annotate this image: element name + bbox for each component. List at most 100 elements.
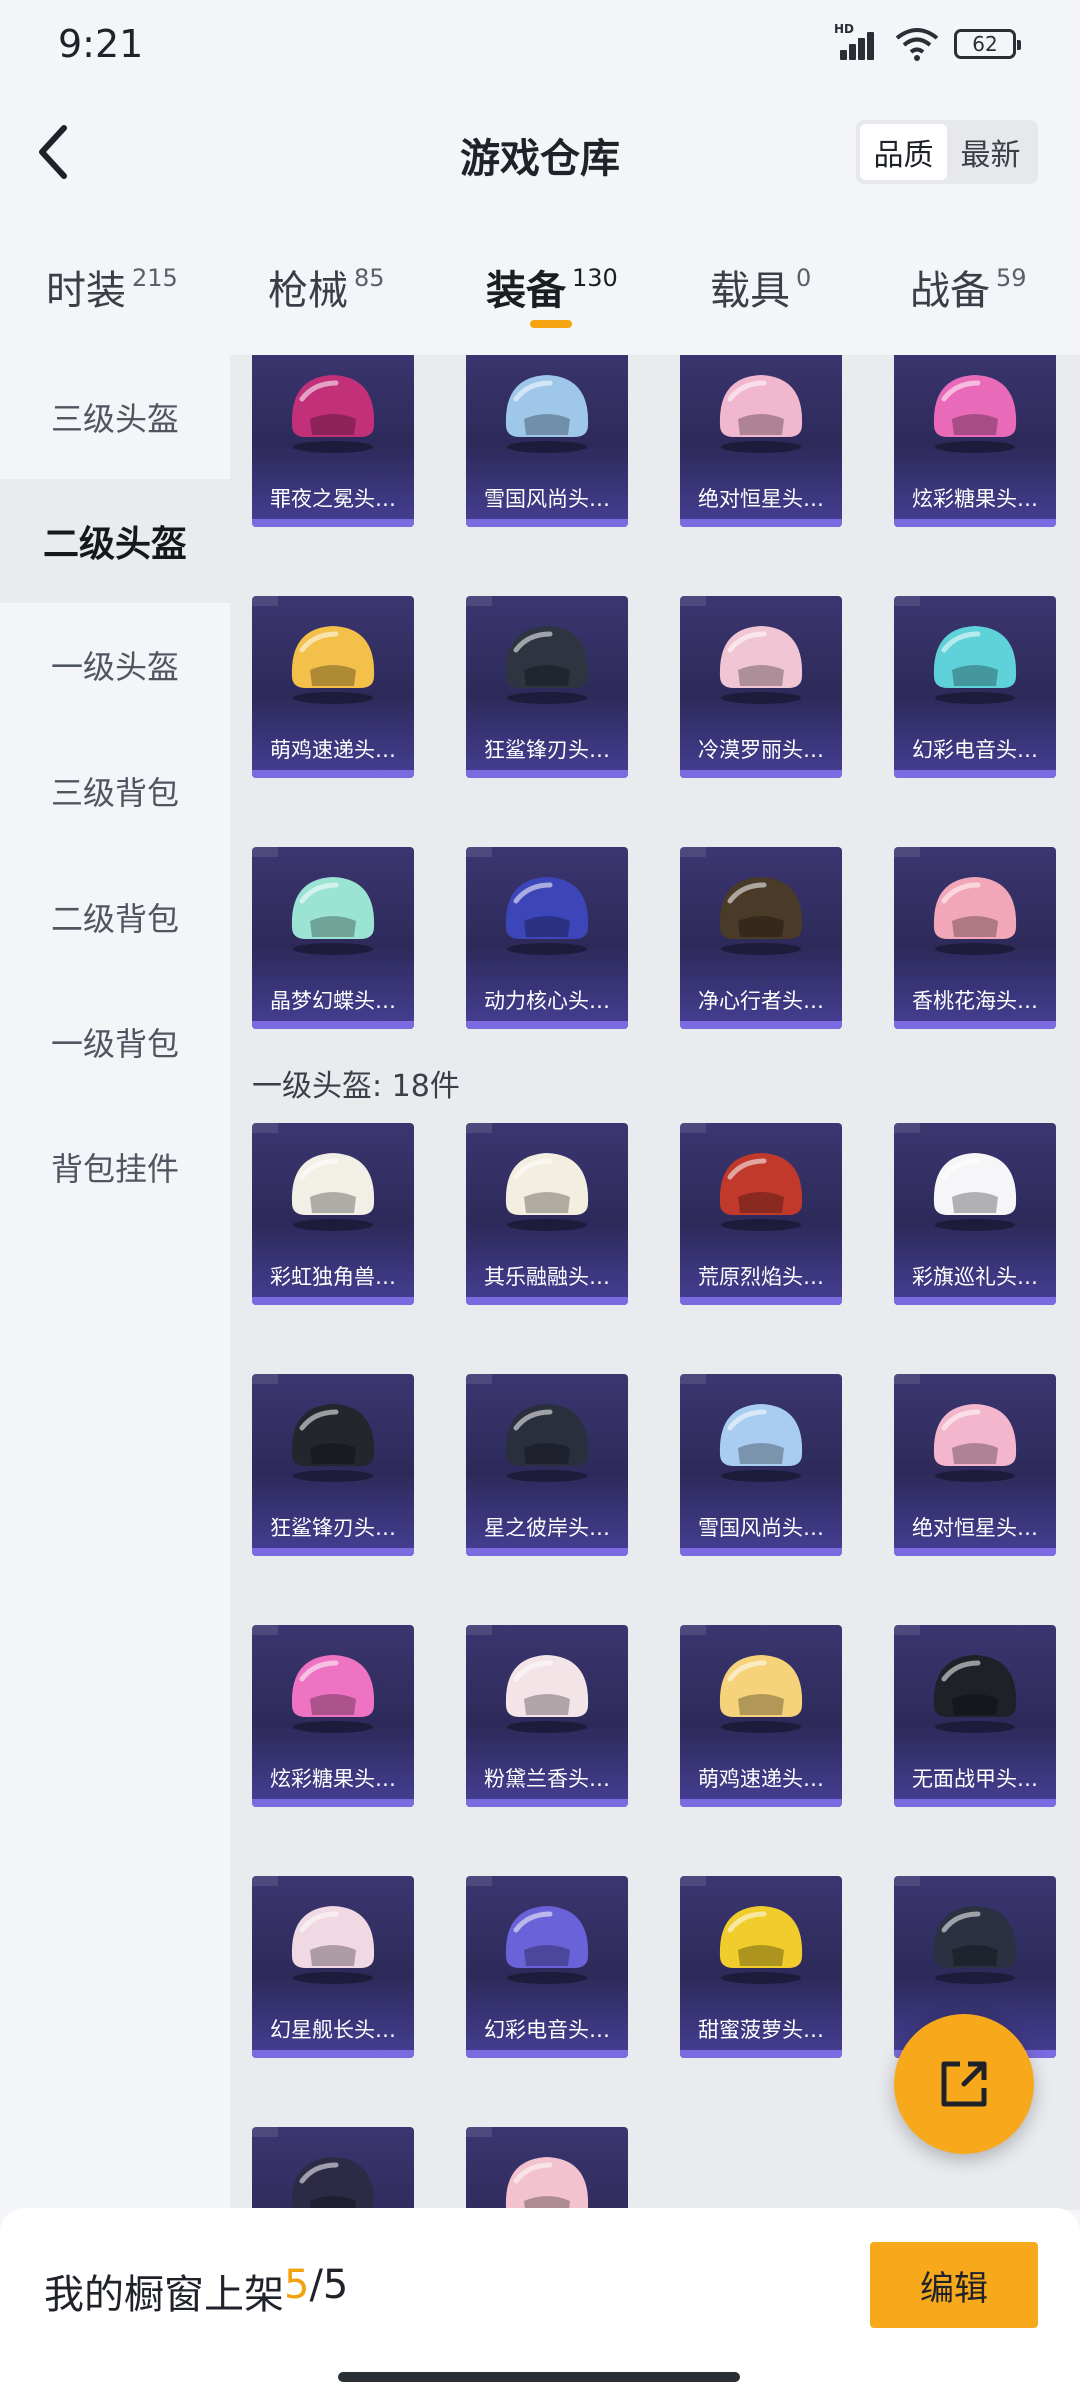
sort-newest-button[interactable]: 最新: [947, 124, 1034, 180]
tab-label: 时装: [46, 268, 126, 314]
item-card[interactable]: 甜蜜菠萝头…: [680, 1876, 842, 2058]
rarity-band: [466, 2050, 628, 2058]
helmet-icon: [933, 1404, 1017, 1482]
item-card[interactable]: 狂鲨锋刃头…: [466, 596, 628, 778]
rarity-band: [894, 770, 1056, 778]
rarity-band: [466, 519, 628, 527]
rarity-band: [894, 1297, 1056, 1305]
helmet-icon: [933, 375, 1017, 453]
item-name: 其乐融融头…: [484, 1265, 610, 1289]
tab-count: 215: [132, 264, 178, 292]
item-name: 雪国风尚头…: [484, 487, 610, 511]
item-card[interactable]: 罪夜之冕头…: [252, 355, 414, 527]
rarity-band: [252, 770, 414, 778]
sidebar-item-level3-helmet[interactable]: 三级头盔: [0, 355, 230, 479]
rarity-band: [252, 1548, 414, 1556]
item-card[interactable]: 绝对恒星头…: [680, 355, 842, 527]
sidebar-item-level3-backpack[interactable]: 三级背包: [0, 729, 230, 853]
tab-battle-prep[interactable]: 战备 59: [910, 258, 1027, 316]
tab-equipment[interactable]: 装备 130: [486, 258, 618, 316]
item-card[interactable]: 粉黛兰香头…: [466, 1625, 628, 1807]
rarity-band: [680, 770, 842, 778]
item-card[interactable]: 彩虹独角兽…: [252, 1123, 414, 1305]
item-card[interactable]: 幻星舰长头…: [252, 1876, 414, 2058]
helmet-icon: [291, 626, 375, 704]
tab-fashion[interactable]: 时装 215: [46, 258, 178, 316]
hd-badge: HD: [834, 22, 855, 36]
rarity-band: [894, 519, 1056, 527]
wifi-icon: [895, 28, 939, 61]
helmet-icon: [719, 626, 803, 704]
helmet-icon: [291, 2157, 375, 2210]
rarity-band: [252, 1799, 414, 1807]
helmet-icon: [291, 1404, 375, 1482]
item-card[interactable]: 无面战甲头…: [894, 1625, 1056, 1807]
item-card[interactable]: 冷漠罗丽头…: [680, 596, 842, 778]
rarity-band: [252, 1021, 414, 1029]
item-card[interactable]: 净心行者头…: [680, 847, 842, 1029]
item-name: 彩虹独角兽…: [270, 1265, 396, 1289]
item-card[interactable]: 幻彩电音头…: [894, 596, 1056, 778]
rarity-band: [466, 1799, 628, 1807]
helmet-icon: [719, 375, 803, 453]
item-card[interactable]: 彩旗巡礼头…: [894, 1123, 1056, 1305]
status-bar: 9:21 HD 62: [0, 0, 1080, 90]
item-name: 荒原烈焰头…: [698, 1265, 824, 1289]
rarity-band: [466, 1548, 628, 1556]
share-button[interactable]: [894, 2014, 1034, 2154]
item-name: 雪国风尚头…: [698, 1516, 824, 1540]
item-card[interactable]: [466, 2127, 628, 2210]
item-name: 绝对恒星头…: [698, 487, 824, 511]
sidebar-item-level1-backpack[interactable]: 一级背包: [0, 980, 230, 1104]
item-card[interactable]: 动力核心头…: [466, 847, 628, 1029]
item-card[interactable]: 狂鲨锋刃头…: [252, 1374, 414, 1556]
share-icon: [941, 2061, 987, 2107]
sidebar: 三级头盔 二级头盔 一级头盔 三级背包 二级背包 一级背包 背包挂件: [0, 355, 230, 2205]
item-card[interactable]: 炫彩糖果头…: [252, 1625, 414, 1807]
rarity-band: [466, 770, 628, 778]
rarity-band: [252, 1297, 414, 1305]
item-card[interactable]: 荒原烈焰头…: [680, 1123, 842, 1305]
item-name: 幻彩电音头…: [912, 738, 1038, 762]
tab-weapons[interactable]: 枪械 85: [268, 258, 385, 316]
item-name: 香桃花海头…: [912, 989, 1038, 1013]
edit-button[interactable]: 编辑: [870, 2242, 1038, 2328]
sidebar-item-level1-helmet[interactable]: 一级头盔: [0, 603, 230, 727]
item-name: 萌鸡速递头…: [270, 738, 396, 762]
tab-count: 0: [796, 264, 812, 292]
sidebar-item-level2-backpack[interactable]: 二级背包: [0, 855, 230, 979]
tab-vehicles[interactable]: 载具 0: [710, 258, 811, 316]
sidebar-item-backpack-charm[interactable]: 背包挂件: [0, 1105, 230, 1229]
item-card[interactable]: [252, 2127, 414, 2210]
item-name: 狂鲨锋刃头…: [484, 738, 610, 762]
tab-label: 装备: [486, 268, 566, 314]
item-name: 晶梦幻蝶头…: [270, 989, 396, 1013]
rarity-band: [894, 1021, 1056, 1029]
helmet-icon: [505, 375, 589, 453]
item-name: 星之彼岸头…: [484, 1516, 610, 1540]
item-card[interactable]: 绝对恒星头…: [894, 1374, 1056, 1556]
helmet-icon: [291, 1655, 375, 1733]
item-card[interactable]: 幻彩电音头…: [466, 1876, 628, 2058]
item-card[interactable]: 萌鸡速递头…: [680, 1625, 842, 1807]
helmet-icon: [505, 2157, 589, 2210]
item-card[interactable]: 雪国风尚头…: [680, 1374, 842, 1556]
sidebar-item-level2-helmet[interactable]: 二级头盔: [0, 479, 230, 603]
helmet-icon: [505, 877, 589, 955]
item-card[interactable]: 其乐融融头…: [466, 1123, 628, 1305]
item-card[interactable]: 雪国风尚头…: [466, 355, 628, 527]
rarity-band: [252, 2050, 414, 2058]
sort-quality-button[interactable]: 品质: [860, 124, 947, 180]
rarity-band: [680, 1021, 842, 1029]
item-grid: 罪夜之冕头… 雪国风尚头… 绝对恒星头… 炫彩糖果头… 萌鸡速递头… 狂鲨锋刃头… 冷漠罗丽…: [230, 355, 1080, 2210]
item-card[interactable]: 炫彩糖果头…: [894, 355, 1056, 527]
tab-label: 战备: [910, 268, 990, 314]
item-card[interactable]: 晶梦幻蝶头…: [252, 847, 414, 1029]
tab-label: 载具: [710, 268, 790, 314]
item-card[interactable]: 萌鸡速递头…: [252, 596, 414, 778]
item-card[interactable]: 香桃花海头…: [894, 847, 1056, 1029]
home-indicator: [338, 2372, 740, 2382]
item-card[interactable]: 星之彼岸头…: [466, 1374, 628, 1556]
rarity-band: [894, 1548, 1056, 1556]
showcase-total: /5: [309, 2262, 349, 2308]
